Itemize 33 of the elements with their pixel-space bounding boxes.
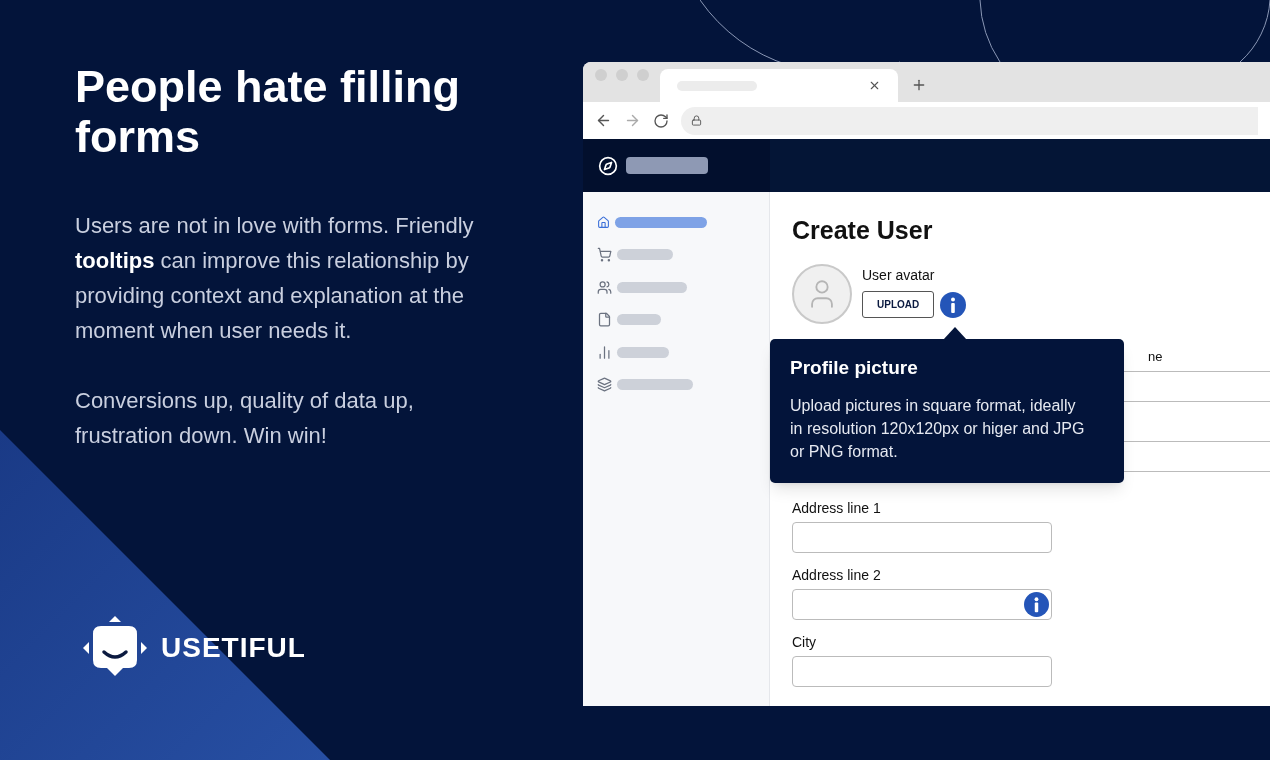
- input-field[interactable]: [792, 589, 1052, 620]
- file-icon: [597, 312, 612, 327]
- brand-name: USETIFUL: [161, 631, 306, 665]
- tooltip-text: Upload pictures in square format, ideally in resolution 120x120px or higer and JPG or PNG format.: [790, 396, 1086, 462]
- info-icon[interactable]: [1024, 592, 1049, 617]
- headline: People hate filling forms: [75, 62, 462, 162]
- upload-button[interactable]: UPLOAD: [862, 291, 935, 318]
- cart-icon: [597, 247, 612, 262]
- field-label: Address line 2: [792, 567, 882, 584]
- home-icon: [597, 214, 610, 230]
- compass-icon: [598, 155, 618, 176]
- page-title: Create User: [792, 215, 934, 246]
- input-field[interactable]: [792, 522, 1052, 553]
- layers-icon: [597, 377, 612, 392]
- close-icon[interactable]: [868, 79, 881, 92]
- sidebar-item[interactable]: [597, 214, 707, 230]
- back-icon[interactable]: [595, 112, 612, 129]
- field-label: Address line 1: [792, 500, 882, 517]
- avatar-label: User avatar: [862, 266, 936, 285]
- users-icon: [597, 279, 612, 295]
- field-label: ne: [1148, 349, 1164, 365]
- forward-icon[interactable]: [624, 112, 641, 129]
- new-tab-icon[interactable]: [911, 77, 927, 93]
- address-field[interactable]: [681, 106, 1258, 135]
- lock-icon: [691, 115, 702, 126]
- reload-icon[interactable]: [653, 112, 669, 129]
- field-label: City: [792, 634, 818, 651]
- info-icon[interactable]: [940, 291, 967, 318]
- body-paragraph: Conversions up, quality of data up, frustration down. Win win!: [75, 387, 415, 450]
- tooltip-title: Profile picture: [790, 356, 919, 380]
- bar-chart-icon: [597, 344, 612, 360]
- input-field[interactable]: [792, 656, 1052, 687]
- body-paragraph: Users are not in love with forms. Friendly tooltips can improve this relationship by providing context and explanation at the moment when user needs it.: [75, 212, 475, 345]
